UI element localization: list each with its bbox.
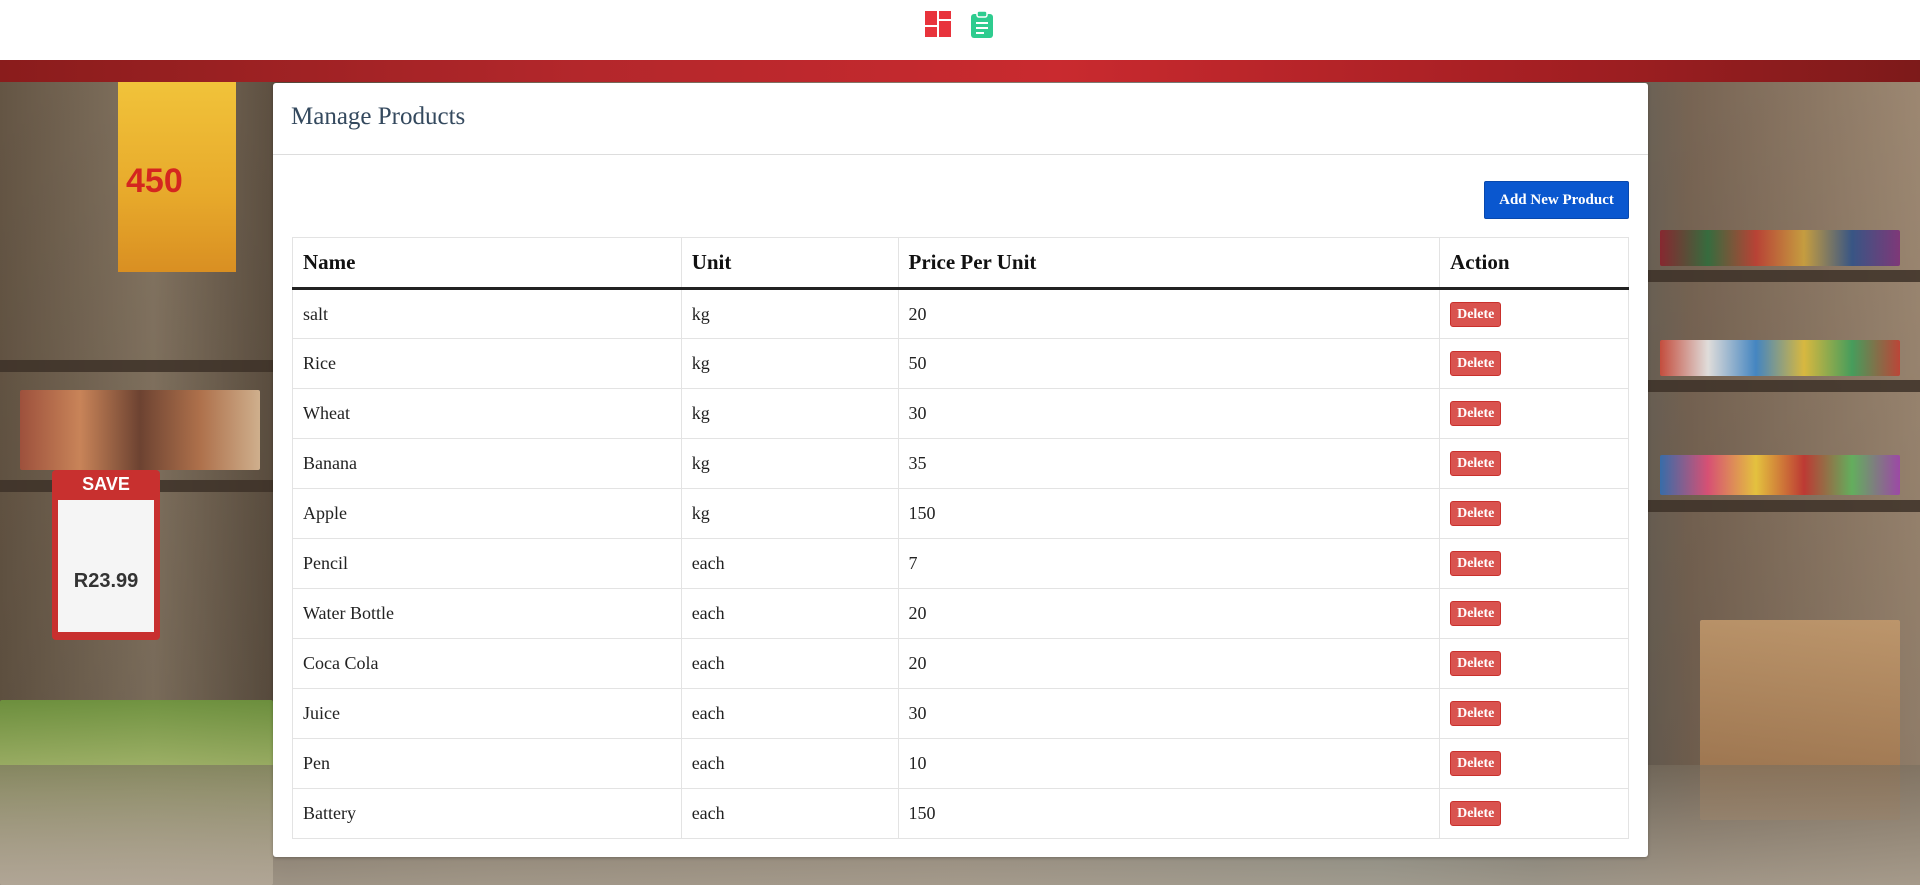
- product-action-cell: Delete: [1439, 438, 1629, 489]
- product-unit-cell: kg: [680, 438, 899, 489]
- product-action-cell: Delete: [1439, 288, 1629, 339]
- shelf: [1648, 500, 1920, 512]
- product-name-cell: Juice: [292, 688, 682, 739]
- table-row: Wheat kg 30 Delete: [292, 388, 1629, 439]
- delete-button[interactable]: Delete: [1450, 601, 1502, 626]
- shelf: [0, 360, 273, 372]
- product-action-cell: Delete: [1439, 738, 1629, 789]
- delete-button[interactable]: Delete: [1450, 501, 1502, 526]
- product-price-cell: 20: [897, 638, 1441, 689]
- add-new-product-button[interactable]: Add New Product: [1484, 181, 1629, 219]
- product-unit-cell: each: [680, 588, 899, 639]
- product-price-cell: 20: [897, 588, 1441, 639]
- product-name-cell: Rice: [292, 338, 682, 389]
- table-header-row: Name Unit Price Per Unit Action: [292, 237, 1629, 290]
- product-unit-cell: each: [680, 538, 899, 589]
- product-action-cell: Delete: [1439, 538, 1629, 589]
- product-row: [20, 390, 260, 470]
- product-row: [1660, 340, 1900, 376]
- product-action-cell: Delete: [1439, 688, 1629, 739]
- product-name-cell: Water Bottle: [292, 588, 682, 639]
- sale-sign-head: SAVE: [82, 474, 130, 494]
- delete-button[interactable]: Delete: [1450, 351, 1502, 376]
- table-row: Apple kg 150 Delete: [292, 488, 1629, 539]
- table-row: Coca Cola each 20 Delete: [292, 638, 1629, 689]
- product-price-cell: 150: [897, 488, 1441, 539]
- store-banner: [0, 60, 1920, 82]
- column-header-name: Name: [292, 237, 682, 290]
- page-title: Manage Products: [291, 103, 466, 130]
- product-action-cell: Delete: [1439, 338, 1629, 389]
- shelf: [1648, 380, 1920, 392]
- cheese-promo-number: 450: [126, 162, 183, 200]
- product-price-cell: 35: [897, 438, 1441, 489]
- product-name-cell: Wheat: [292, 388, 682, 439]
- products-table-body: salt kg 20 Delete Rice kg 50 Delete Wheat kg 30 Del…: [292, 288, 1629, 839]
- table-row: Juice each 30 Delete: [292, 688, 1629, 739]
- product-unit-cell: kg: [680, 338, 899, 389]
- product-name-cell: Pen: [292, 738, 682, 789]
- table-row: Banana kg 35 Delete: [292, 438, 1629, 489]
- product-name-cell: Pencil: [292, 538, 682, 589]
- product-name-cell: Battery: [292, 788, 682, 839]
- table-row: Water Bottle each 20 Delete: [292, 588, 1629, 639]
- product-price-cell: 7: [897, 538, 1441, 589]
- product-name-cell: Coca Cola: [292, 638, 682, 689]
- manage-products-card: Manage Products Add New Product Name Uni…: [273, 83, 1648, 857]
- delete-button[interactable]: Delete: [1450, 301, 1502, 327]
- delete-button[interactable]: Delete: [1450, 751, 1502, 776]
- table-row: Battery each 150 Delete: [292, 788, 1629, 839]
- product-name-cell: Banana: [292, 438, 682, 489]
- product-unit-cell: each: [680, 638, 899, 689]
- sale-sign-card: [58, 500, 154, 632]
- product-price-cell: 150: [897, 788, 1441, 839]
- product-price-cell: 30: [897, 388, 1441, 439]
- product-action-cell: Delete: [1439, 488, 1629, 539]
- delete-button[interactable]: Delete: [1450, 651, 1502, 676]
- table-row: salt kg 20 Delete: [292, 288, 1629, 339]
- delete-button[interactable]: Delete: [1450, 801, 1502, 826]
- column-header-action: Action: [1439, 237, 1629, 290]
- product-unit-cell: kg: [680, 488, 899, 539]
- product-price-cell: 10: [897, 738, 1441, 789]
- product-row: [1660, 455, 1900, 495]
- product-price-cell: 20: [897, 288, 1441, 339]
- column-header-unit: Unit: [680, 237, 899, 290]
- card-header: Manage Products: [273, 83, 1648, 155]
- product-price-cell: 50: [897, 338, 1441, 389]
- table-row: Pen each 10 Delete: [292, 738, 1629, 789]
- table-row: Pencil each 7 Delete: [292, 538, 1629, 589]
- delete-button[interactable]: Delete: [1450, 551, 1502, 576]
- sale-sign-price: R23.99: [73, 570, 139, 592]
- product-unit-cell: kg: [680, 388, 899, 439]
- shelf: [1648, 270, 1920, 282]
- product-name-cell: Apple: [292, 488, 682, 539]
- cheese-promo-poster: 450: [118, 82, 236, 272]
- product-action-cell: Delete: [1439, 588, 1629, 639]
- sale-sign: SAVE R23.99: [52, 470, 160, 640]
- products-table: Name Unit Price Per Unit Action salt kg 20…: [292, 237, 1629, 839]
- product-action-cell: Delete: [1439, 638, 1629, 689]
- delete-button[interactable]: Delete: [1450, 401, 1502, 426]
- product-action-cell: Delete: [1439, 388, 1629, 439]
- product-action-cell: Delete: [1439, 788, 1629, 839]
- table-row: Rice kg 50 Delete: [292, 338, 1629, 389]
- product-price-cell: 30: [897, 688, 1441, 739]
- column-header-price: Price Per Unit: [897, 237, 1441, 290]
- delete-button[interactable]: Delete: [1450, 701, 1502, 726]
- top-nav: [0, 0, 1920, 60]
- dashboard-grid-icon[interactable]: [924, 10, 952, 38]
- product-unit-cell: each: [680, 788, 899, 839]
- product-unit-cell: each: [680, 688, 899, 739]
- product-unit-cell: kg: [680, 288, 899, 339]
- product-row: [1660, 230, 1900, 266]
- delete-button[interactable]: Delete: [1450, 451, 1502, 476]
- product-unit-cell: each: [680, 738, 899, 789]
- clipboard-icon[interactable]: [968, 10, 996, 38]
- product-name-cell: salt: [292, 288, 682, 339]
